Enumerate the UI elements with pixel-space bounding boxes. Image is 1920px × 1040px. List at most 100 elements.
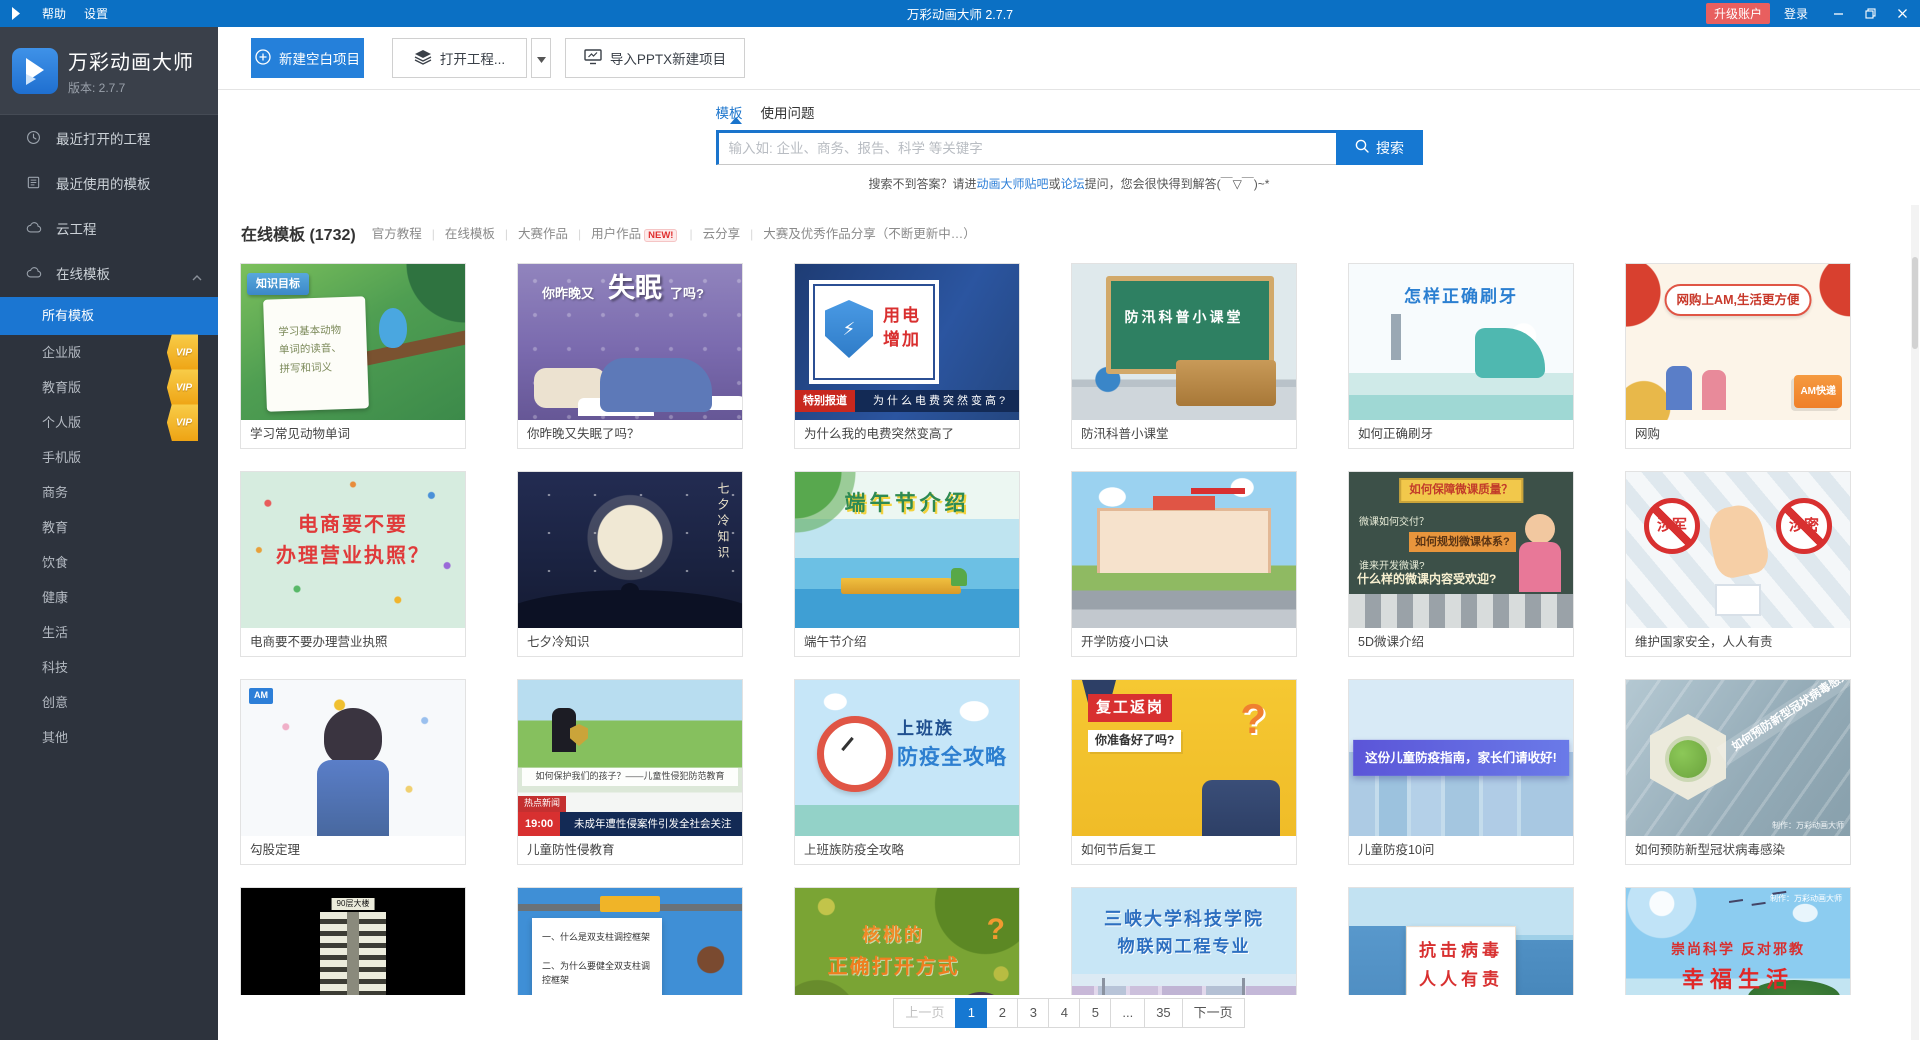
template-thumb: 知识目标学习基本动物 单词的读音、 拼写和词义 [241,264,465,420]
search-input[interactable] [716,130,1336,165]
template-card[interactable]: 你昨晚又失眠了吗?你昨晚又失眠了吗？ [517,263,743,449]
page-button-3[interactable]: 3 [1017,998,1049,1028]
template-caption: 开学防疫小口诀 [1072,628,1296,656]
open-project-button[interactable]: 打开工程... [392,38,527,78]
template-card[interactable]: 七夕冷知识七夕冷知识 [517,471,743,657]
sidebar-subitem-5[interactable]: 商务 [0,475,218,510]
template-card[interactable]: 这份儿童防疫指南，家长们请收好!儿童防疫10问 [1348,679,1574,865]
template-card[interactable]: 抗击病毒 人人有责 [1348,887,1574,995]
thumb-text: 网购上AM,生活更方便 [1665,284,1812,316]
page-button-5[interactable]: 5 [1079,998,1111,1028]
sidebar-subitem-label: 手机版 [42,450,81,465]
thumb-text: 怎样正确刷牙 [1404,286,1518,308]
page-button-4[interactable]: 4 [1048,998,1080,1028]
thumb-text: 核桃的 [862,924,925,947]
thumb-text: 90层大楼 [332,898,375,910]
hint-text: 提问，您会很快得到解答(￣▽￣)~* [1085,177,1270,191]
sidebar-subitem-9[interactable]: 生活 [0,615,218,650]
app-logo-icon [10,6,24,22]
page-button-下一页[interactable]: 下一页 [1182,998,1245,1028]
sidebar-item-1[interactable]: 最近使用的模板 [0,160,218,205]
page-button-...[interactable]: ... [1110,998,1145,1028]
new-blank-project-button[interactable]: 新建空白项目 [251,38,364,78]
main-area: 新建空白项目 打开工程... 导入PPTX新建项目 模板 使用问题 [218,27,1920,1040]
template-card[interactable]: 崇尚科学 反对邪教幸福生活制作：万彩动画大师 [1625,887,1851,995]
sidebar-subitem-7[interactable]: 饮食 [0,545,218,580]
header-link-0[interactable]: 官方教程 [372,227,422,241]
template-card[interactable]: 一、什么是双支柱调控框架 二、为什么要健全双支柱调控框架 三、如何健全双支柱调控… [517,887,743,995]
sidebar-subitem-6[interactable]: 教育 [0,510,218,545]
sidebar-subitem-0[interactable]: 所有模板 [0,297,218,335]
header-link-2[interactable]: 大赛作品 [518,227,568,241]
sidebar-subitem-8[interactable]: 健康 [0,580,218,615]
page-button-1[interactable]: 1 [955,998,987,1028]
template-card[interactable]: 三峡大学科技学院物联网工程专业 [1071,887,1297,995]
import-pptx-button[interactable]: 导入PPTX新建项目 [565,38,745,78]
template-card[interactable]: AM勾股定理 [240,679,466,865]
search-button[interactable]: 搜索 [1336,130,1423,165]
template-card[interactable]: 上班族防疫全攻略上班族防疫全攻略 [794,679,1020,865]
template-thumb: 如何保障微课质量？微课如何交付？如何规划微课体系?谁来开发微课?什么样的微课内容… [1349,472,1573,628]
logo-block: 万彩动画大师 版本: 2.7.7 [0,27,218,115]
header-link-1[interactable]: 在线模板 [445,227,495,241]
template-card[interactable]: 网购上AM,生活更方便AM快递网购 [1625,263,1851,449]
template-caption: 上班族防疫全攻略 [795,836,1019,864]
new-badge: NEW! [644,229,677,242]
template-thumb: 涉军涉密 [1626,472,1850,628]
sidebar-item-3[interactable]: 在线模板 [0,250,218,295]
close-button[interactable] [1894,6,1910,22]
minimize-button[interactable] [1830,6,1846,22]
header-link-3[interactable]: 用户作品 [591,227,641,241]
template-card[interactable]: 知识目标学习基本动物 单词的读音、 拼写和词义学习常见动物单词 [240,263,466,449]
header-link-4[interactable]: 云分享 [703,227,741,241]
template-card[interactable]: 涉军涉密维护国家安全，人人有责 [1625,471,1851,657]
scrollbar-thumb[interactable] [1912,257,1918,349]
sidebar-subitem-11[interactable]: 创意 [0,685,218,720]
forum-link[interactable]: 论坛 [1061,177,1085,191]
template-caption: 如何节后复工 [1072,836,1296,864]
window-title: 万彩动画大师 2.7.7 [0,4,1920,23]
header-link-5[interactable]: 大赛及优秀作品分享（不断更新中…） [763,227,976,241]
sidebar-subitem-1[interactable]: 企业版VIP [0,335,218,370]
login-button[interactable]: 登录 [1784,5,1808,22]
template-card[interactable]: 90层大楼 [240,887,466,995]
template-card[interactable]: 复工返岗你准备好了吗??如何节后复工 [1071,679,1297,865]
layers-icon [414,49,432,68]
menu-help[interactable]: 帮助 [42,5,66,22]
content-area: 在线模板 (1732) 官方教程|在线模板|大赛作品|用户作品NEW!|云分享|… [218,205,1920,995]
sidebar-item-2[interactable]: 云工程 [0,205,218,250]
template-card[interactable]: 核桃的正确打开方式? [794,887,1020,995]
sidebar-subnav: 所有模板企业版VIP教育版VIP个人版VIP 手机版商务教育饮食健康生活科技创意其… [0,297,218,755]
template-card[interactable]: 用电 增加为什么电费突然变高?特别报道为什么我的电费突然变高了 [794,263,1020,449]
template-caption: 如何正确刷牙 [1349,420,1573,448]
sidebar-subitem-12[interactable]: 其他 [0,720,218,755]
sidebar-subitem-4[interactable]: 手机版 [0,440,218,475]
sidebar-subitem-3[interactable]: 个人版VIP [0,405,218,440]
sidebar-subitem-label: 所有模板 [42,308,94,323]
doc-icon [26,175,44,190]
import-screen-icon [584,49,602,68]
sidebar-subitem-10[interactable]: 科技 [0,650,218,685]
page-button-35[interactable]: 35 [1144,998,1182,1028]
template-card[interactable]: 如何预防新型冠状病毒感染制作：万彩动画大师如何预防新型冠状病毒感染 [1625,679,1851,865]
template-card[interactable]: 如何保障微课质量？微课如何交付？如何规划微课体系?谁来开发微课?什么样的微课内容… [1348,471,1574,657]
page-button-2[interactable]: 2 [986,998,1018,1028]
template-thumb: 核桃的正确打开方式? [795,888,1019,995]
upgrade-account-button[interactable]: 升级账户 [1706,3,1770,24]
template-card[interactable]: 电商要不要 办理营业执照？电商要不要办理营业执照 [240,471,466,657]
template-card[interactable]: 如何保护我们的孩子？——儿童性侵犯防范教育未成年遭性侵案件引发全社会关注热点新闻… [517,679,743,865]
menu-settings[interactable]: 设置 [84,5,108,22]
tab-usage-question[interactable]: 使用问题 [761,102,815,122]
open-project-dropdown-button[interactable] [531,38,551,78]
sidebar-subitem-label: 教育 [42,520,68,535]
sidebar-item-0[interactable]: 最近打开的工程 [0,115,218,160]
thumb-text: 如何保护我们的孩子？——儿童性侵犯防范教育 [522,768,737,786]
tieba-link[interactable]: 动画大师贴吧 [977,177,1049,191]
template-card[interactable]: 怎样正确刷牙如何正确刷牙 [1348,263,1574,449]
template-card[interactable]: 开学防疫小口诀 [1071,471,1297,657]
template-card[interactable]: 防汛科普小课堂防汛科普小课堂 [1071,263,1297,449]
restore-button[interactable] [1862,6,1878,22]
sidebar-subitem-2[interactable]: 教育版VIP [0,370,218,405]
page-button-上一页[interactable]: 上一页 [893,998,956,1028]
template-card[interactable]: 端午节介绍端午节介绍 [794,471,1020,657]
